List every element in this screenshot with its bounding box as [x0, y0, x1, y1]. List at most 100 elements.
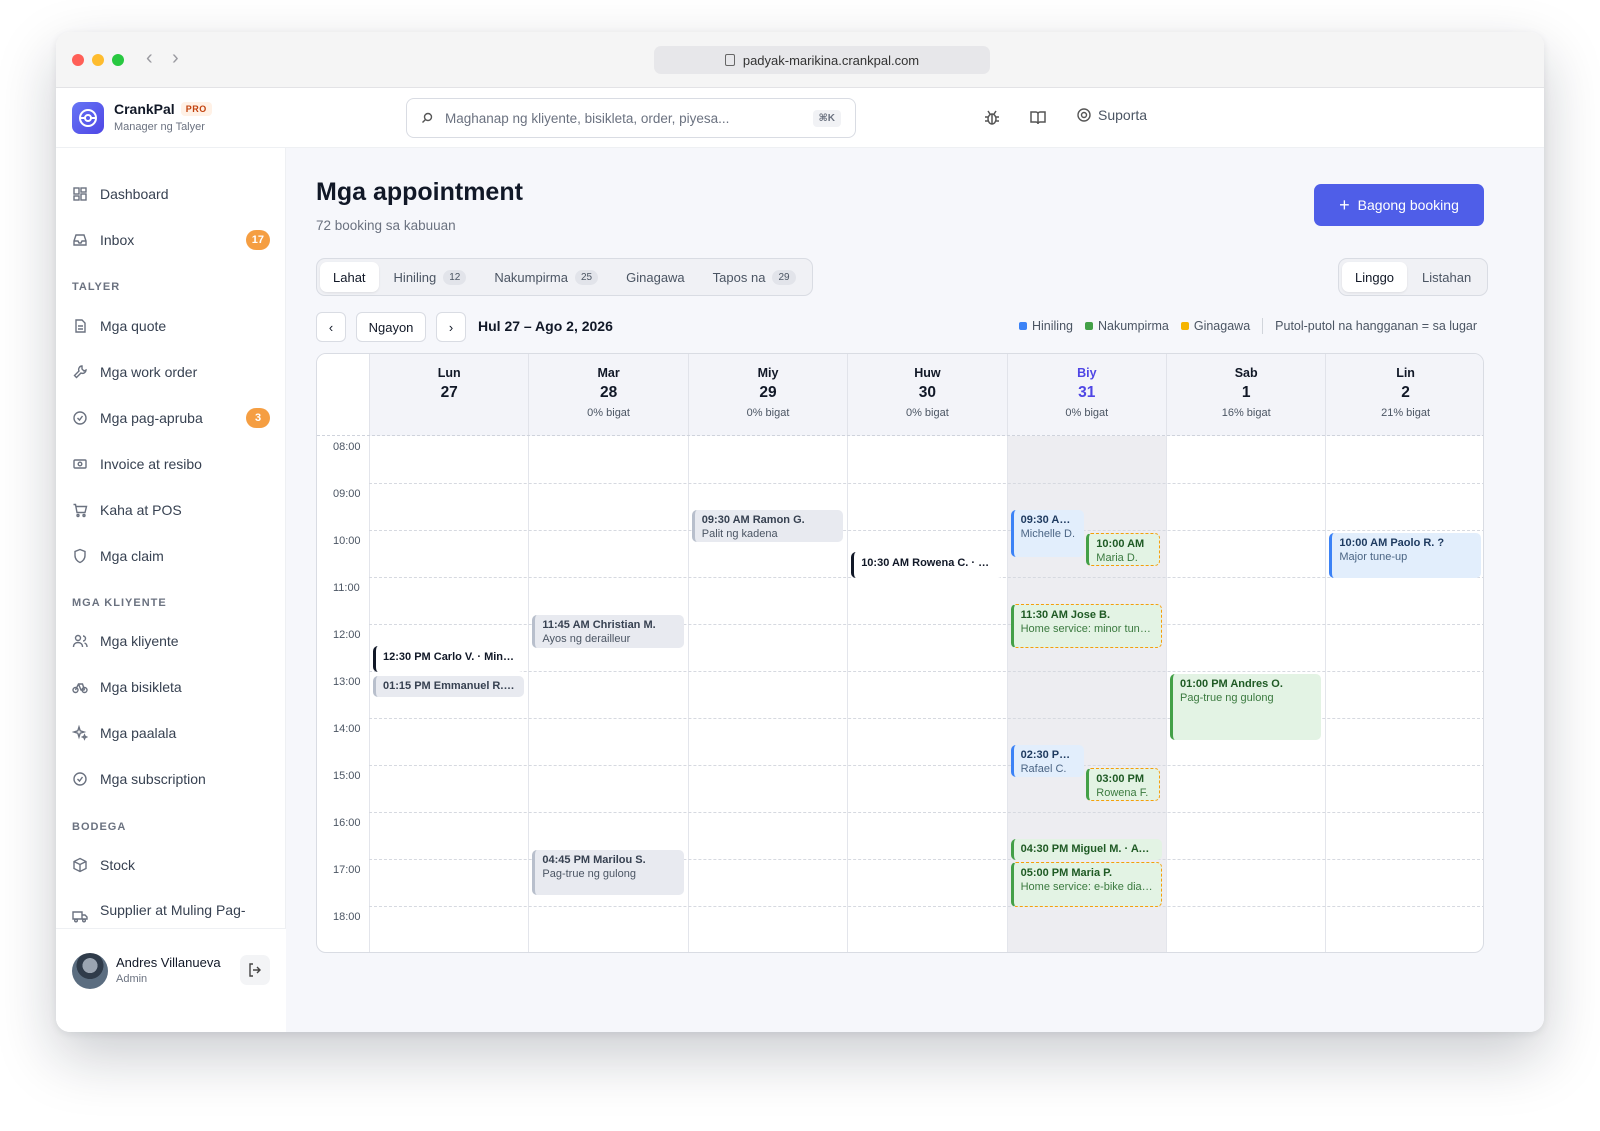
- today-button[interactable]: Ngayon: [356, 312, 426, 342]
- appointment-card[interactable]: 10:00 AM Maria D.: [1086, 533, 1160, 566]
- back-arrow-icon[interactable]: ‹: [146, 48, 153, 68]
- day-name: Biy: [1077, 366, 1097, 380]
- appointment-card[interactable]: 12:30 PM Carlo V. · Minor...: [373, 645, 525, 672]
- appointment-title: 04:30 PM Miguel M. · Ayo...: [1020, 842, 1155, 855]
- close-window-button[interactable]: [72, 54, 84, 66]
- tab-all[interactable]: Lahat: [320, 262, 379, 292]
- header-divider: [317, 435, 1483, 436]
- day-header-mar[interactable]: Mar 28 0% bigat: [528, 354, 688, 436]
- appointment-card[interactable]: 04:45 PM Marilou S. Pag-true ng gulong: [532, 850, 684, 895]
- avatar[interactable]: [72, 953, 108, 989]
- appointment-card[interactable]: 05:00 PM Maria P. Home service: e-bike di…: [1010, 862, 1162, 907]
- appointment-title: 02:30 PM ?: [1020, 748, 1078, 761]
- sidebar-item-work-orders[interactable]: Mga work order: [72, 356, 270, 388]
- appointment-card[interactable]: 03:00 PM Rowena F.: [1086, 768, 1160, 801]
- sidebar-item-stock[interactable]: Stock: [72, 849, 270, 881]
- appointment-card[interactable]: 09:30 AM Ramon G. Palit ng kadena: [691, 509, 844, 543]
- sidebar-item-approvals[interactable]: Mga pag-apruba 3: [72, 402, 270, 434]
- day-header-miy[interactable]: Miy 29 0% bigat: [687, 354, 848, 436]
- tab-confirmed[interactable]: Nakumpirma 25: [481, 262, 611, 292]
- search-input[interactable]: Maghanap ng kliyente, bisikleta, order, …: [445, 111, 729, 126]
- support-label: Suporta: [1098, 107, 1148, 123]
- crankpal-logo[interactable]: [72, 102, 104, 134]
- browser-toolbar: ‹ › padyak-marikina.crankpal.com: [56, 32, 1544, 88]
- day-column-huw[interactable]: [847, 436, 1006, 952]
- sidebar-item-quotes[interactable]: Mga quote: [72, 310, 270, 342]
- appointment-card[interactable]: 01:00 PM Andres O. Pag-true ng gulong: [1170, 674, 1322, 740]
- tab-count: 12: [443, 269, 467, 285]
- book-icon[interactable]: [1028, 108, 1048, 128]
- appointment-detail: Rafael C.: [1020, 762, 1067, 775]
- sidebar-item-label: Mga paalala: [100, 725, 177, 741]
- app-subtitle: Manager ng Talyer: [114, 121, 205, 133]
- appointment-title: 10:00 AM Paolo R. ?: [1339, 537, 1445, 549]
- appointment-detail: Pag-true ng gulong: [542, 868, 636, 881]
- section-title-talyer: TALYER: [72, 281, 121, 293]
- appointment-card[interactable]: 10:30 AM Rowena C. · Pa...: [851, 551, 1003, 578]
- day-name: Lun: [437, 366, 461, 380]
- minimize-window-button[interactable]: [92, 54, 104, 66]
- sidebar-item-inbox[interactable]: Inbox 17: [72, 224, 270, 256]
- appointment-card[interactable]: 04:30 PM Miguel M. · Ayo...: [1010, 838, 1162, 860]
- appointment-card[interactable]: 02:30 PM ? Rafael C.: [1010, 744, 1085, 778]
- tab-done[interactable]: Tapos na 29: [700, 262, 809, 292]
- day-header-lun[interactable]: Lun 27: [369, 354, 529, 436]
- legend-divider: [1262, 318, 1264, 334]
- view-week-button[interactable]: Linggo: [1342, 262, 1408, 292]
- browser-window: ‹ › padyak-marikina.crankpal.com CrankPa…: [56, 32, 1544, 1032]
- logout-button[interactable]: [240, 955, 270, 985]
- day-header-lin[interactable]: Lin 2 21% bigat: [1325, 354, 1483, 436]
- day-header-sab[interactable]: Sab 1 16% bigat: [1166, 354, 1326, 436]
- date-range: Hul 27 – Ago 2, 2026: [478, 318, 613, 334]
- approvals-count-badge: 3: [246, 408, 270, 428]
- sidebar-item-subscriptions[interactable]: Mga subscription: [72, 763, 270, 795]
- sidebar-item-suppliers[interactable]: Supplier at Muling Pag-: [72, 896, 270, 926]
- bug-icon[interactable]: [982, 108, 1002, 128]
- support-link[interactable]: Suporta: [1076, 107, 1147, 123]
- sidebar-item-reminders[interactable]: Mga paalala: [72, 717, 270, 749]
- sidebar-item-label: Mga quote: [100, 318, 167, 334]
- sidebar-item-label: Kaha at POS: [100, 502, 182, 518]
- user-role: Admin: [116, 973, 148, 985]
- sidebar-item-clients[interactable]: Mga kliyente: [72, 625, 270, 657]
- appointment-card[interactable]: 09:30 AM ? Michelle D.: [1010, 509, 1085, 557]
- day-column-lin[interactable]: [1325, 436, 1483, 952]
- sidebar-item-label: Mga pag-apruba: [100, 410, 203, 426]
- next-week-button[interactable]: ›: [436, 312, 466, 342]
- appointment-card[interactable]: 01:15 PM Emmanuel R. · ...: [373, 676, 525, 698]
- hour-label: 16:00: [333, 817, 361, 829]
- appointment-title: 10:30 AM Rowena C. · Pa...: [861, 556, 996, 569]
- users-icon: [72, 634, 88, 648]
- appointment-title: 09:30 AM Ramon G.: [701, 513, 805, 526]
- new-booking-button[interactable]: + Bagong booking: [1314, 184, 1484, 226]
- legend-dot: [1085, 322, 1093, 330]
- maximize-window-button[interactable]: [112, 54, 124, 66]
- user-name: Andres Villanueva: [116, 955, 221, 970]
- sidebar-item-bikes[interactable]: Mga bisikleta: [72, 671, 270, 703]
- appointment-card[interactable]: 11:45 AM Christian M. Ayos ng derailleur: [532, 615, 684, 649]
- address-bar[interactable]: padyak-marikina.crankpal.com: [654, 46, 990, 74]
- logout-icon: [249, 963, 261, 977]
- appointment-card[interactable]: 11:30 AM Jose B. Home service: minor tune…: [1010, 603, 1162, 649]
- sidebar-item-label: Dashboard: [100, 186, 169, 202]
- global-search[interactable]: Maghanap ng kliyente, bisikleta, order, …: [406, 98, 856, 138]
- day-load: 16% bigat: [1221, 407, 1271, 419]
- sidebar-item-claims[interactable]: Mga claim: [72, 540, 270, 572]
- forward-arrow-icon[interactable]: ›: [172, 48, 179, 68]
- legend-label: Hiniling: [1032, 319, 1073, 333]
- day-header-huw[interactable]: Huw 30 0% bigat: [847, 354, 1007, 436]
- appointment-card[interactable]: 10:00 AM Paolo R. ? Major tune-up: [1329, 533, 1481, 578]
- tab-label: Tapos na: [712, 269, 766, 285]
- sidebar-item-invoices[interactable]: Invoice at resibo: [72, 448, 270, 480]
- tab-requested[interactable]: Hiniling 12: [381, 262, 480, 292]
- day-date: 29: [759, 384, 777, 401]
- appointment-title: 04:45 PM Marilou S.: [542, 854, 646, 867]
- sidebar-item-dashboard[interactable]: Dashboard: [72, 178, 270, 210]
- prev-week-button[interactable]: ‹: [316, 312, 346, 342]
- day-load: 0% bigat: [746, 407, 790, 419]
- view-list-button[interactable]: Listahan: [1409, 262, 1484, 292]
- day-header-biy[interactable]: Biy 31 0% bigat: [1006, 354, 1166, 436]
- appointment-detail: Major tune-up: [1339, 551, 1408, 563]
- sidebar-item-pos[interactable]: Kaha at POS: [72, 494, 270, 526]
- tab-in-progress[interactable]: Ginagawa: [613, 262, 698, 292]
